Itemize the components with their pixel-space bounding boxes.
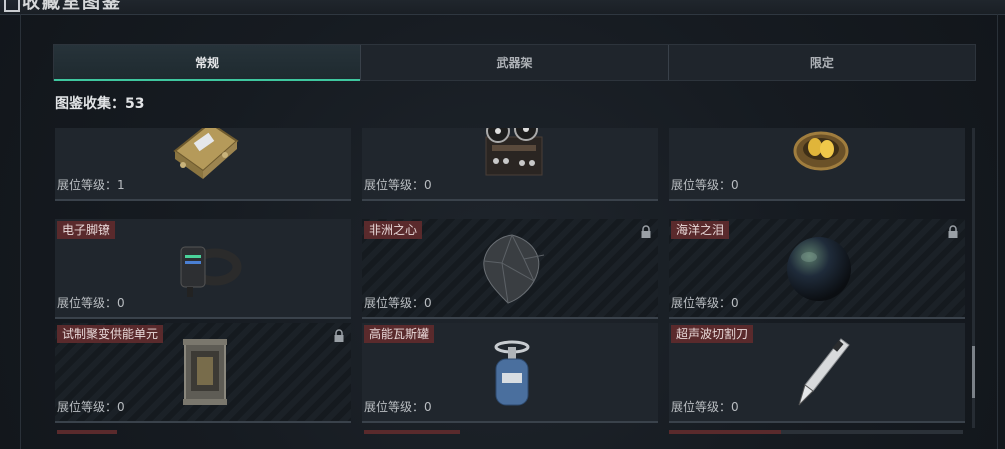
next-row-card-edge xyxy=(364,430,460,434)
item-name: 超声波切割刀 xyxy=(671,325,754,343)
grid-scrollbar[interactable] xyxy=(972,128,975,428)
item-name: 非洲之心 xyxy=(364,221,423,239)
right-divider xyxy=(997,14,998,449)
gas-canister-icon xyxy=(494,340,530,406)
fusion-unit-icon xyxy=(183,339,227,405)
category-tabs: 常规 武器架 限定 xyxy=(53,44,976,81)
item-card[interactable]: 高能瓦斯罐 展位等级：0 xyxy=(362,323,658,423)
item-card[interactable]: 试制聚变供能单元 展位等级：0 xyxy=(55,323,351,423)
collection-screen: 收藏室图鉴 常规 武器架 限定 图鉴收集：53 展位等级：1 展位等级：0 展位… xyxy=(0,0,1005,449)
page-title: 收藏室图鉴 xyxy=(22,0,122,13)
booth-level: 展位等级：0 xyxy=(57,400,125,414)
item-card[interactable]: 展位等级：0 xyxy=(669,128,965,201)
item-name: 高能瓦斯罐 xyxy=(364,325,435,343)
item-card[interactable]: 展位等级：0 xyxy=(362,128,658,201)
gold-device-icon xyxy=(173,128,239,179)
booth-level: 展位等级：0 xyxy=(364,296,432,310)
reel-tape-recorder-icon xyxy=(485,128,543,176)
item-card[interactable]: 超声波切割刀 展位等级：0 xyxy=(669,323,965,423)
diamond-icon xyxy=(483,234,545,304)
top-header: 收藏室图鉴 xyxy=(0,0,1005,15)
booth-level: 展位等级：0 xyxy=(364,400,432,414)
black-pearl-icon xyxy=(787,237,851,301)
booth-level: 展位等级：0 xyxy=(57,296,125,310)
next-row-card-edge xyxy=(669,430,781,434)
lock-icon xyxy=(641,225,651,238)
lock-icon xyxy=(948,225,958,238)
item-card[interactable]: 非洲之心 展位等级：0 xyxy=(362,219,658,319)
item-name: 试制聚变供能单元 xyxy=(57,325,164,343)
next-row-card-edge xyxy=(781,430,963,434)
ultrasonic-cutter-icon xyxy=(798,338,850,406)
tab-weapon-rack[interactable]: 武器架 xyxy=(361,45,669,80)
item-card[interactable]: 展位等级：1 xyxy=(55,128,351,201)
header-icon xyxy=(4,0,20,12)
item-name: 电子脚镣 xyxy=(57,221,116,239)
golden-eggs-nest-icon xyxy=(793,131,849,171)
item-card[interactable]: 电子脚镣 展位等级：0 xyxy=(55,219,351,319)
item-grid: 展位等级：1 展位等级：0 展位等级：0 电子脚镣 展位等级：0 非洲之心 展位… xyxy=(55,128,965,434)
next-row-card-edge xyxy=(57,430,117,434)
collection-count: 图鉴收集：53 xyxy=(55,96,145,112)
electronic-ankle-monitor-icon xyxy=(180,246,242,297)
booth-level: 展位等级：0 xyxy=(671,178,739,192)
tab-regular[interactable]: 常规 xyxy=(54,45,362,81)
lock-icon xyxy=(334,329,344,342)
booth-level: 展位等级：0 xyxy=(671,296,739,310)
item-name: 海洋之泪 xyxy=(671,221,730,239)
left-divider xyxy=(20,14,21,449)
item-card[interactable]: 海洋之泪 展位等级：0 xyxy=(669,219,965,319)
booth-level: 展位等级：0 xyxy=(364,178,432,192)
tab-limited[interactable]: 限定 xyxy=(669,45,975,80)
booth-level: 展位等级：1 xyxy=(57,178,125,192)
booth-level: 展位等级：0 xyxy=(671,400,739,414)
scrollbar-thumb[interactable] xyxy=(972,346,975,398)
